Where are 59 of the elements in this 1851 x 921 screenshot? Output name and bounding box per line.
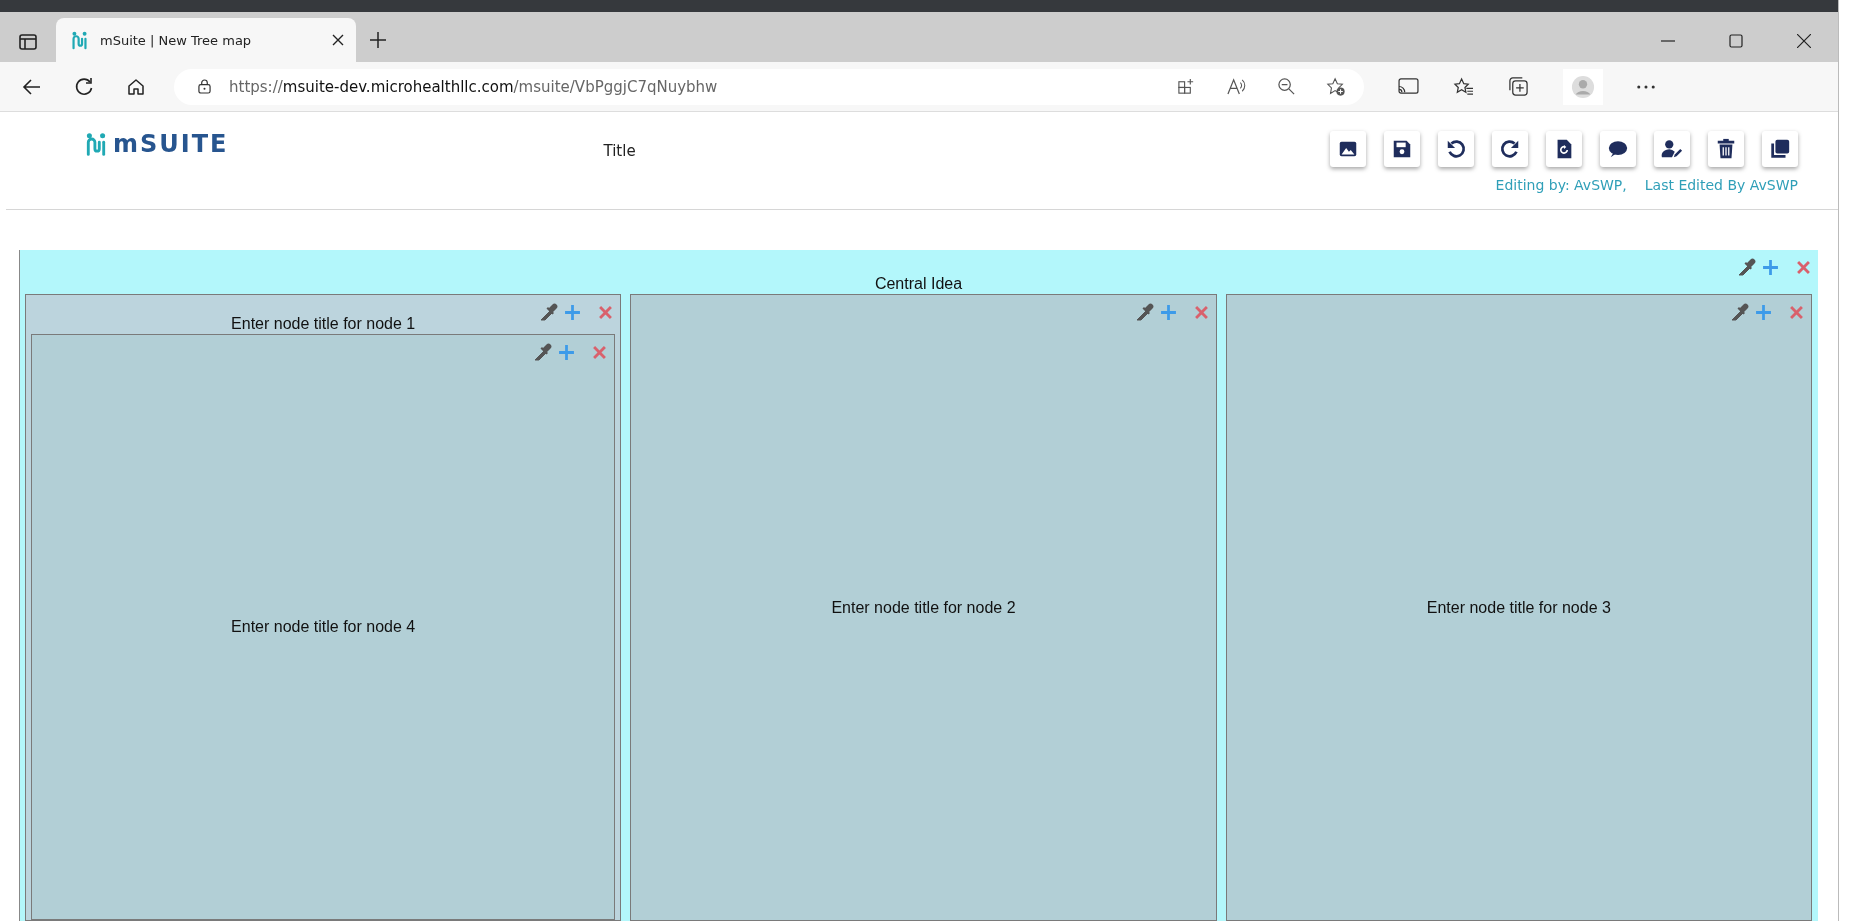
favorites-icon[interactable] (1453, 77, 1474, 96)
node-title: Enter node title for node 2 (831, 598, 1016, 617)
app-logo-icon (71, 30, 88, 50)
node-title: Enter node title for node 1 (231, 314, 416, 334)
eyedropper-icon[interactable] (534, 343, 553, 361)
redo-icon (1499, 138, 1521, 160)
undo-button[interactable] (1438, 131, 1474, 167)
app-logo-icon (85, 131, 107, 157)
trash-button[interactable] (1708, 131, 1744, 167)
browser-tab[interactable]: mSuite | New Tree map (56, 18, 356, 62)
collections-icon[interactable] (1508, 76, 1529, 97)
tree-node[interactable]: Enter node title for node 4 (31, 334, 616, 920)
tab-title: mSuite | New Tree map (100, 32, 253, 48)
node-title: Enter node title for node 4 (231, 618, 416, 636)
user-edit-button[interactable] (1654, 131, 1690, 167)
map-title: Title (603, 142, 636, 160)
tab-actions-icon[interactable] (18, 32, 38, 52)
zoom-out-icon[interactable] (1277, 77, 1296, 96)
node-title: Enter node title for node 3 (1426, 598, 1611, 617)
cast-icon[interactable] (1398, 78, 1419, 95)
add-favorite-icon[interactable] (1326, 76, 1346, 97)
tree-node[interactable]: Enter node title for node 1 Enter node title for node 4 (25, 294, 622, 921)
tree-node[interactable]: Enter node title for node 2 (630, 294, 1217, 921)
copy-icon (1769, 138, 1791, 160)
save-button[interactable] (1384, 131, 1420, 167)
copy-button[interactable] (1762, 131, 1798, 167)
trash-icon (1715, 138, 1737, 160)
lock-icon[interactable] (198, 79, 211, 94)
app-logo: mSUITE (113, 130, 229, 158)
eyedropper-icon[interactable] (540, 303, 559, 321)
close-tab-icon[interactable] (332, 34, 344, 46)
delete-icon[interactable] (1797, 260, 1810, 274)
close-icon[interactable] (1797, 34, 1811, 48)
read-aloud-icon[interactable] (1226, 77, 1247, 96)
last-edited-text: Last Edited By AvSWP (1644, 177, 1798, 193)
apps-icon[interactable] (1177, 77, 1196, 96)
document-restore-button[interactable] (1546, 131, 1582, 167)
comment-button[interactable] (1600, 131, 1636, 167)
address-field[interactable]: https://msuite-dev.microhealthllc.com/msuite/VbPggjC7qNuybhw (174, 68, 1364, 105)
back-icon[interactable] (22, 76, 42, 97)
node-title: Central Idea (874, 274, 963, 294)
user-edit-icon (1661, 138, 1683, 160)
url-text: https://msuite-dev.microhealthllc.com/msuite/VbPggjC7qNuybhw (229, 77, 718, 96)
refresh-icon[interactable] (74, 76, 94, 97)
maximize-icon[interactable] (1729, 34, 1743, 48)
redo-button[interactable] (1492, 131, 1528, 167)
more-icon[interactable] (1637, 84, 1655, 89)
new-tab-icon[interactable] (370, 32, 386, 48)
comment-icon (1607, 138, 1629, 160)
save-icon (1391, 138, 1413, 160)
undo-icon (1445, 138, 1467, 160)
central-node[interactable]: Central Idea Enter node title for node 1 Enter node title for node 4 Enter node title for node 2 Enter node title for node 3 (19, 250, 1818, 921)
eyedropper-icon[interactable] (1731, 303, 1749, 321)
tree-node[interactable]: Enter node title for node 3 (1225, 294, 1812, 921)
eyedropper-icon[interactable] (1135, 303, 1154, 321)
image-button[interactable] (1330, 131, 1366, 167)
eyedropper-icon[interactable] (1738, 258, 1756, 276)
home-icon[interactable] (126, 76, 146, 97)
editing-by-text: Editing by: AvSWP, (1495, 177, 1627, 193)
